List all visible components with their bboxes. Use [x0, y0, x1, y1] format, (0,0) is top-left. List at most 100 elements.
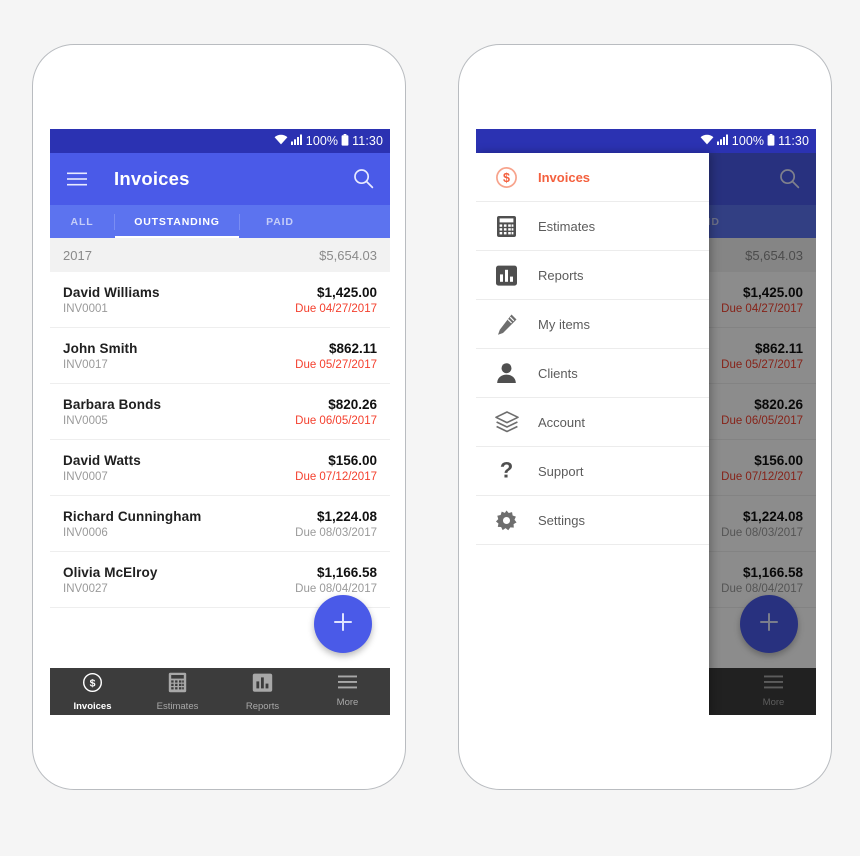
svg-text:$: $: [503, 171, 510, 185]
navigation-drawer: $ Invoices Estimates Reports My items Cl…: [476, 153, 709, 715]
phone-mockup-left: 100% 11:30 Invoices ALL OUTSTANDING PAID…: [32, 44, 406, 790]
table-row[interactable]: John Smith INV0017 $862.11 Due 05/27/201…: [50, 328, 390, 384]
invoice-amount: $820.26: [328, 396, 377, 412]
drawer-item-label: Settings: [538, 512, 585, 528]
invoice-amount-block: $1,224.08 Due 08/03/2017: [295, 509, 377, 539]
invoice-client-block: Barbara Bonds INV0005: [63, 397, 161, 427]
app-screen-invoice-list: 100% 11:30 Invoices ALL OUTSTANDING PAID…: [50, 129, 390, 715]
add-invoice-fab[interactable]: [314, 595, 372, 653]
drawer-item-support[interactable]: ? Support: [476, 447, 709, 496]
invoice-amount: $862.11: [328, 340, 377, 356]
bottom-nav-item-reports[interactable]: Reports: [220, 672, 305, 712]
invoice-client-block: Richard Cunningham INV0006: [63, 509, 201, 539]
bottom-nav-item-more[interactable]: More: [305, 675, 390, 708]
invoice-number: INV0006: [63, 526, 108, 539]
search-icon[interactable]: [353, 168, 375, 190]
layers-icon: [494, 411, 519, 433]
invoice-number: INV0005: [63, 414, 108, 427]
pencil-icon: [494, 313, 519, 336]
invoice-due-date: Due 08/04/2017: [295, 582, 377, 595]
tab-all[interactable]: ALL: [50, 205, 114, 238]
drawer-item-label: Support: [538, 463, 584, 479]
table-row[interactable]: Richard Cunningham INV0006 $1,224.08 Due…: [50, 496, 390, 552]
tab-paid[interactable]: PAID: [240, 205, 320, 238]
drawer-item-label: Invoices: [538, 169, 591, 185]
invoice-amount: $1,166.58: [316, 564, 377, 580]
battery-icon: [341, 133, 349, 149]
bottom-nav-item-estimates[interactable]: Estimates: [135, 672, 220, 712]
drawer-item-settings[interactable]: Settings: [476, 496, 709, 545]
svg-text:$: $: [90, 677, 96, 689]
bottom-nav-item-invoices[interactable]: $ Invoices: [50, 672, 135, 712]
invoice-client-block: David Williams INV0001: [63, 285, 160, 315]
bottom-nav-label: Estimates: [156, 700, 199, 712]
invoice-due-date: Due 05/27/2017: [295, 358, 377, 371]
drawer-item-label: Estimates: [538, 218, 596, 234]
app-bar: Invoices: [50, 153, 390, 205]
invoice-number: INV0007: [63, 470, 108, 483]
bottom-navigation-bar: $ Invoices Estimates Reports More: [50, 668, 390, 715]
svg-text:?: ?: [500, 460, 513, 483]
bottom-nav-label: Invoices: [73, 700, 112, 712]
drawer-item-account[interactable]: Account: [476, 398, 709, 447]
invoice-number: INV0001: [63, 302, 108, 315]
page-title: Invoices: [114, 168, 190, 189]
drawer-item-label: Account: [538, 414, 585, 430]
calculator-icon: [168, 672, 187, 698]
wifi-icon: [274, 134, 288, 148]
invoice-amount-block: $862.11 Due 05/27/2017: [295, 341, 377, 371]
person-icon: [494, 362, 519, 384]
bar-chart-icon: [252, 672, 273, 698]
hamburger-menu-icon[interactable]: [66, 168, 88, 190]
battery-icon: [767, 133, 775, 149]
hamburger-menu-icon: [338, 675, 357, 694]
invoice-amount: $1,425.00: [316, 284, 377, 300]
bottom-nav-label: More: [336, 697, 359, 708]
invoice-number: INV0027: [63, 582, 108, 595]
invoice-client-name: David Williams: [63, 284, 160, 300]
invoice-client-name: Richard Cunningham: [63, 508, 202, 524]
battery-percent-label: 100%: [731, 133, 765, 148]
invoice-number: INV0017: [63, 358, 108, 371]
invoice-client-name: David Watts: [63, 452, 141, 468]
invoice-due-date: Due 07/12/2017: [295, 470, 377, 483]
drawer-item-my-items[interactable]: My items: [476, 300, 709, 349]
tab-bar: ALL OUTSTANDING PAID: [50, 205, 390, 238]
invoice-amount-block: $820.26 Due 06/05/2017: [295, 397, 377, 427]
table-row[interactable]: David Williams INV0001 $1,425.00 Due 04/…: [50, 272, 390, 328]
year-total-label: $5,654.03: [319, 247, 377, 263]
invoice-amount-block: $156.00 Due 07/12/2017: [295, 453, 377, 483]
drawer-item-reports[interactable]: Reports: [476, 251, 709, 300]
drawer-item-invoices[interactable]: $ Invoices: [476, 153, 709, 202]
invoice-amount: $156.00: [328, 452, 377, 468]
invoice-list: 2017 $5,654.03 David Williams INV0001 $1…: [50, 238, 390, 608]
invoice-client-block: Olivia McElroy INV0027: [63, 565, 157, 595]
invoice-client-block: John Smith INV0017: [63, 341, 138, 371]
table-row[interactable]: David Watts INV0007 $156.00 Due 07/12/20…: [50, 440, 390, 496]
bottom-nav-label: Reports: [245, 700, 280, 712]
drawer-item-clients[interactable]: Clients: [476, 349, 709, 398]
invoice-amount-block: $1,166.58 Due 08/04/2017: [295, 565, 377, 595]
invoice-client-name: Olivia McElroy: [63, 564, 158, 580]
drawer-item-label: Reports: [538, 267, 584, 283]
year-summary-row: 2017 $5,654.03: [50, 238, 390, 272]
gear-icon: [494, 509, 519, 532]
dollar-coin-icon: $: [494, 166, 519, 189]
bar-chart-icon: [494, 264, 519, 287]
battery-percent-label: 100%: [305, 133, 339, 148]
status-bar: 100% 11:30: [50, 129, 390, 153]
screenshot-stage: 100% 11:30 Invoices ALL OUTSTANDING PAID…: [0, 0, 860, 856]
table-row[interactable]: Barbara Bonds INV0005 $820.26 Due 06/05/…: [50, 384, 390, 440]
wifi-icon: [700, 134, 714, 148]
dollar-coin-icon: $: [82, 672, 103, 698]
signal-icon: [716, 134, 729, 148]
tab-outstanding[interactable]: OUTSTANDING: [115, 205, 239, 238]
drawer-item-label: Clients: [538, 365, 578, 381]
invoice-client-name: Barbara Bonds: [63, 396, 162, 412]
signal-icon: [290, 134, 303, 148]
clock-label: 11:30: [778, 133, 809, 148]
plus-icon: [331, 610, 355, 639]
drawer-item-estimates[interactable]: Estimates: [476, 202, 709, 251]
drawer-item-label: My items: [538, 316, 590, 332]
invoice-client-name: John Smith: [63, 340, 138, 356]
